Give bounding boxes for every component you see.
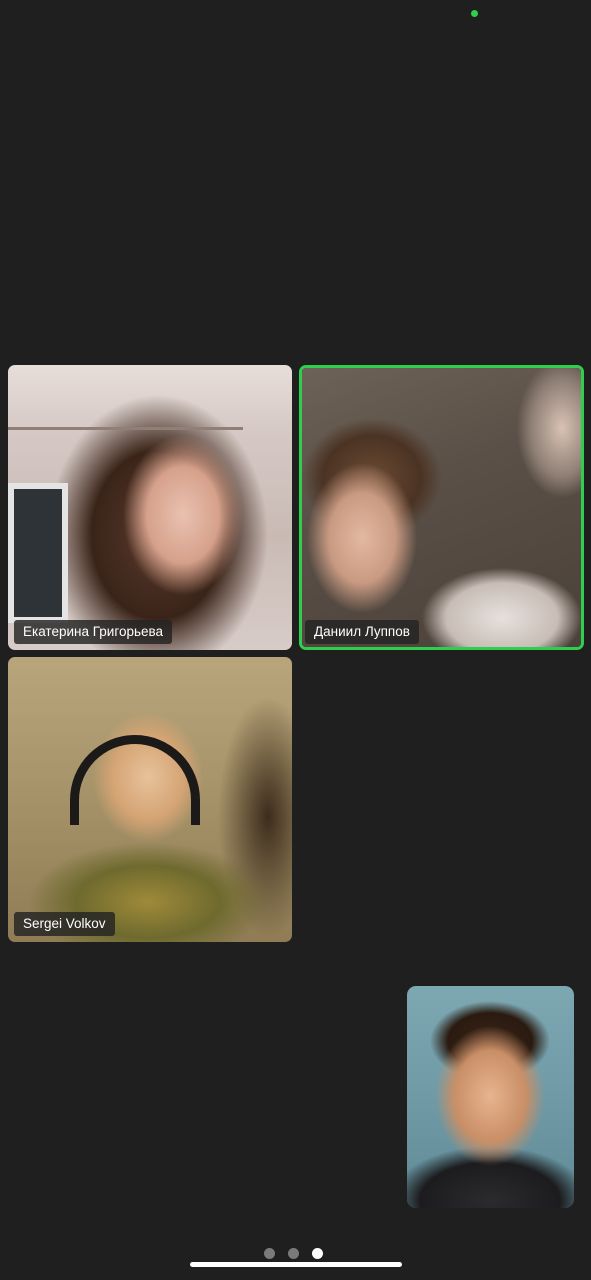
participant-tile-daniil[interactable]: Даниил Луппов xyxy=(299,365,584,650)
headphones-shape xyxy=(70,735,200,825)
status-indicator-dot xyxy=(471,10,478,17)
participant-video xyxy=(8,365,292,650)
participant-name-label: Даниил Луппов xyxy=(305,620,419,644)
page-indicator[interactable] xyxy=(264,1248,323,1259)
page-dot-2[interactable] xyxy=(288,1248,299,1259)
self-view-tile[interactable] xyxy=(407,986,574,1208)
page-dot-3-current[interactable] xyxy=(312,1248,323,1259)
self-video xyxy=(407,986,574,1208)
participant-video xyxy=(302,368,581,647)
participant-tile-ekaterina[interactable]: Екатерина Григорьева xyxy=(8,365,292,650)
participant-video xyxy=(8,657,292,942)
home-indicator-bar[interactable] xyxy=(190,1262,402,1267)
participant-tile-sergei[interactable]: Sergei Volkov xyxy=(8,657,292,942)
page-dot-1[interactable] xyxy=(264,1248,275,1259)
participant-name-label: Екатерина Григорьева xyxy=(14,620,173,644)
participant-name-label: Sergei Volkov xyxy=(14,912,115,936)
